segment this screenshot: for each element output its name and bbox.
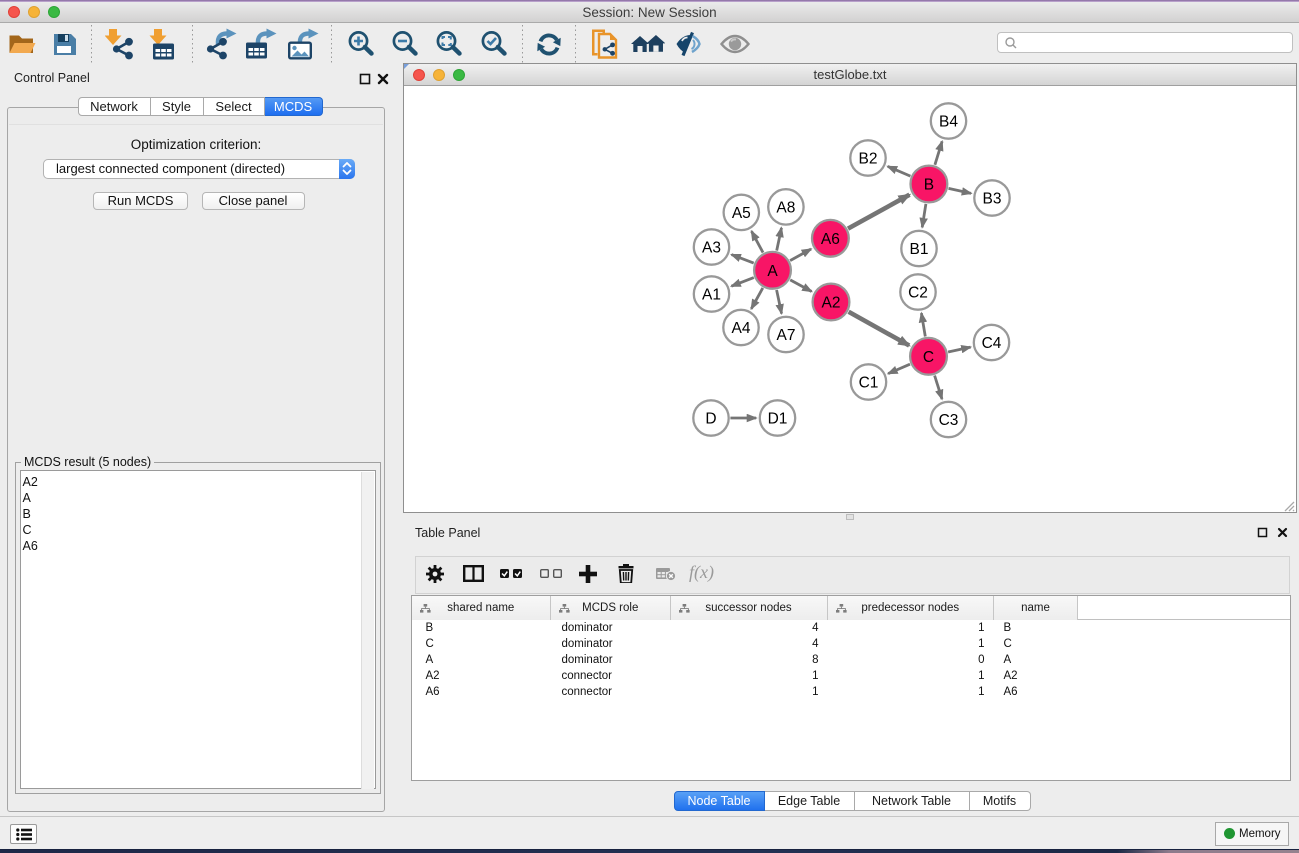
- svg-text:C3: C3: [939, 412, 959, 429]
- svg-text:A8: A8: [776, 199, 795, 216]
- svg-text:A1: A1: [702, 286, 721, 303]
- svg-text:B3: B3: [983, 190, 1002, 207]
- svg-text:B: B: [924, 176, 934, 193]
- svg-text:A4: A4: [732, 320, 751, 337]
- svg-text:B2: B2: [859, 150, 878, 167]
- svg-text:C: C: [923, 348, 934, 365]
- svg-text:C4: C4: [982, 335, 1002, 352]
- svg-text:B4: B4: [939, 113, 958, 130]
- svg-text:B1: B1: [910, 241, 929, 258]
- svg-text:A3: A3: [702, 239, 721, 256]
- svg-text:D: D: [705, 410, 716, 427]
- svg-text:A7: A7: [777, 327, 796, 344]
- svg-text:C1: C1: [859, 374, 879, 391]
- svg-text:C2: C2: [908, 284, 928, 301]
- svg-text:A: A: [767, 262, 778, 279]
- svg-text:A5: A5: [732, 205, 751, 222]
- svg-text:D1: D1: [768, 410, 788, 427]
- svg-text:A2: A2: [822, 294, 841, 311]
- svg-text:A6: A6: [821, 230, 840, 247]
